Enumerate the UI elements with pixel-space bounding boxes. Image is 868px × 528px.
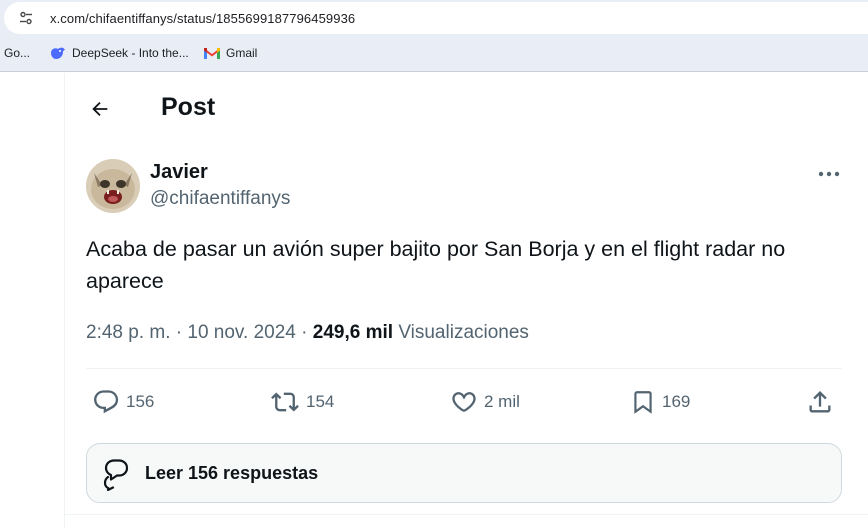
read-replies-button[interactable]: Leer 156 respuestas <box>86 443 842 503</box>
cat-avatar-icon <box>86 159 140 213</box>
reply-button[interactable]: 156 <box>92 381 154 423</box>
views-count: 249,6 mil <box>312 322 394 343</box>
bookmark-label: Gmail <box>226 46 258 60</box>
bookmark-label: Go... <box>4 46 31 60</box>
gmail-icon <box>204 48 220 59</box>
page-title: Post <box>161 93 216 121</box>
bookmark-label: DeepSeek - Into the... <box>72 46 189 60</box>
divider <box>86 368 842 369</box>
site-settings-icon[interactable] <box>18 10 34 26</box>
share-button[interactable] <box>806 381 834 423</box>
post-time[interactable]: 2:48 p. m. <box>86 322 171 343</box>
bookmark-button[interactable]: 169 <box>630 381 690 423</box>
url-field[interactable]: x.com/chifaentiffanys/status/18556991877… <box>4 2 868 34</box>
replies-bubble-icon <box>103 459 129 491</box>
bookmarks-bar: Go... DeepSeek - Into the... Gmail <box>0 36 868 72</box>
repost-button[interactable]: 154 <box>270 381 334 423</box>
repost-count: 154 <box>306 392 335 411</box>
back-button[interactable] <box>84 93 116 125</box>
reply-count: 156 <box>126 392 155 411</box>
heart-icon <box>452 392 476 412</box>
divider <box>64 514 868 515</box>
repost-icon <box>271 392 299 412</box>
meta-separator: · <box>301 322 308 343</box>
more-icon <box>818 171 840 177</box>
like-button[interactable]: 2 mil <box>450 381 520 423</box>
author-handle[interactable]: @chifaentiffanys <box>150 188 290 210</box>
bookmark-gmail[interactable]: Gmail <box>204 46 257 60</box>
browser-address-bar: x.com/chifaentiffanys/status/18556991877… <box>0 0 868 36</box>
author-name[interactable]: Javier <box>150 161 208 184</box>
share-icon <box>809 391 831 413</box>
url-text: x.com/chifaentiffanys/status/18556991877… <box>50 11 356 26</box>
more-options-button[interactable] <box>814 163 844 185</box>
deepseek-icon <box>51 47 65 59</box>
like-count: 2 mil <box>484 392 520 411</box>
arrow-left-icon <box>92 101 108 117</box>
post-text: Acaba de pasar un avión super bajito por… <box>86 237 786 293</box>
read-replies-label: Leer 156 respuestas <box>145 462 319 483</box>
post-metadata: 2:48 p. m. · 10 nov. 2024 · 249,6 mil Vi… <box>86 322 529 344</box>
bookmark-count: 169 <box>662 392 691 411</box>
meta-separator: · <box>175 322 183 343</box>
bookmark-icon <box>634 391 652 414</box>
reply-icon <box>94 390 119 414</box>
post-page: Post Javier @chifaentiffanys Acaba de pa… <box>0 73 868 528</box>
post-date[interactable]: 10 nov. 2024 <box>187 322 295 343</box>
views-label: Visualizaciones <box>398 322 529 343</box>
bookmark-deepseek[interactable]: DeepSeek - Into the... <box>50 46 189 60</box>
bookmark-google[interactable]: Go... <box>4 46 30 60</box>
column-border <box>64 73 65 528</box>
post-actions-bar: 156 154 2 mil 169 <box>86 381 842 423</box>
avatar[interactable] <box>86 159 140 213</box>
